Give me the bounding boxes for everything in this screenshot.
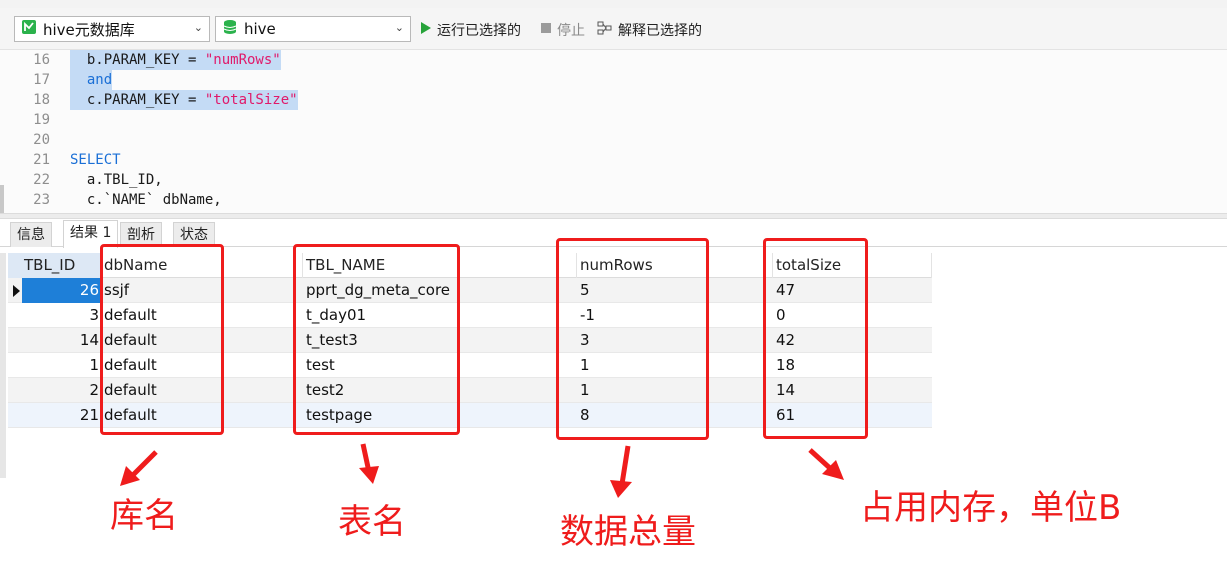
chevron-down-icon: ⌄ [193,21,203,34]
database-select[interactable]: hive ⌄ [215,16,411,42]
explain-icon [597,21,613,39]
editor-line: 19 [0,110,700,130]
sql-token: a.TBL_ID, [70,172,163,188]
editor-line: 17 and [0,70,700,90]
explain-selected-button[interactable]: 解释已选择的 [597,20,702,40]
code-text: a.TBL_ID, [70,170,163,190]
code-text: b.PARAM_KEY = "numRows" [70,50,281,70]
tab-info[interactable]: 信息 [10,222,52,247]
sql-keyword: and [70,72,113,88]
play-icon [420,21,432,39]
sql-token: c.PARAM_KEY = [70,92,205,108]
connection-select[interactable]: hive元数据库 ⌄ [14,16,210,42]
editor-line: 16 b.PARAM_KEY = "numRows" [0,50,700,70]
sql-keyword: SELECT [70,152,121,168]
numrows-highlight-box [556,238,709,440]
column-header-tbl-id[interactable]: TBL_ID [8,253,101,278]
chevron-down-icon: ⌄ [394,21,404,34]
sql-string: "numRows" [204,52,281,68]
line-number: 22 [33,172,50,188]
explain-selected-label: 解释已选择的 [618,23,702,39]
cell-tbl-id[interactable]: 26 [22,278,101,303]
editor-line: 21 SELECT [0,150,700,170]
cell-tbl-id[interactable]: 2 [22,378,101,403]
editor-line: 18 c.PARAM_KEY = "totalSize" [0,90,700,110]
database-icon [222,19,238,39]
numrows-annotation-label: 数据总量 [560,512,696,552]
database-select-label: hive [244,20,276,38]
editor-scrollbar[interactable] [0,185,4,213]
totalsize-annotation-label: 占用内存，单位B [860,488,1122,528]
stop-label: 停止 [557,23,585,39]
stop-icon [540,22,552,38]
tblname-highlight-box [293,244,460,435]
arrow-to-dbname-icon [120,450,158,486]
current-row-pointer-icon [13,285,20,297]
query-toolbar: hive元数据库 ⌄ hive ⌄ 运行已选择的 停止 解释已选择的 [0,8,1227,50]
connection-select-label: hive元数据库 [43,20,135,39]
code-text: and [70,70,113,90]
cell-tbl-id[interactable]: 3 [22,303,101,328]
line-number: 21 [33,152,50,168]
line-number: 23 [33,192,50,208]
run-selected-button[interactable]: 运行已选择的 [420,20,521,40]
editor-line: 20 [0,130,700,150]
editor-line: 23 c.`NAME` dbName, [0,190,700,210]
editor-line: 22 a.TBL_ID, [0,170,700,190]
arrow-to-numrows-icon [610,445,632,498]
hive-connection-icon [21,19,37,39]
run-selected-label: 运行已选择的 [437,23,521,39]
code-text: c.`NAME` dbName, [70,190,222,210]
stop-button[interactable]: 停止 [540,20,585,40]
cell-tbl-id[interactable]: 14 [22,328,101,353]
sql-token: b.PARAM_KEY = [70,52,205,68]
line-number: 16 [33,52,50,68]
top-toolbar-strip [0,0,1227,8]
line-number: 19 [33,112,50,128]
totalsize-highlight-box [763,238,868,439]
sql-string: "totalSize" [204,92,298,108]
code-text: c.PARAM_KEY = "totalSize" [70,90,298,110]
line-number: 17 [33,72,50,88]
tblname-annotation-label: 表名 [338,502,406,542]
cell-tbl-id[interactable]: 21 [22,403,101,428]
grid-left-scrollbar[interactable] [0,253,6,478]
code-text: SELECT [70,150,121,170]
arrow-to-totalsize-icon [808,448,844,480]
dbname-annotation-label: 库名 [110,496,178,536]
dbname-highlight-box [100,244,224,435]
cell-tbl-id[interactable]: 1 [22,353,101,378]
sql-editor[interactable]: 16 b.PARAM_KEY = "numRows" 17 and 18 c.PAR… [0,50,1227,213]
line-number: 18 [33,92,50,108]
arrow-to-tblname-icon [359,443,379,484]
sql-token: c.`NAME` dbName, [70,192,222,208]
line-number: 20 [33,132,50,148]
